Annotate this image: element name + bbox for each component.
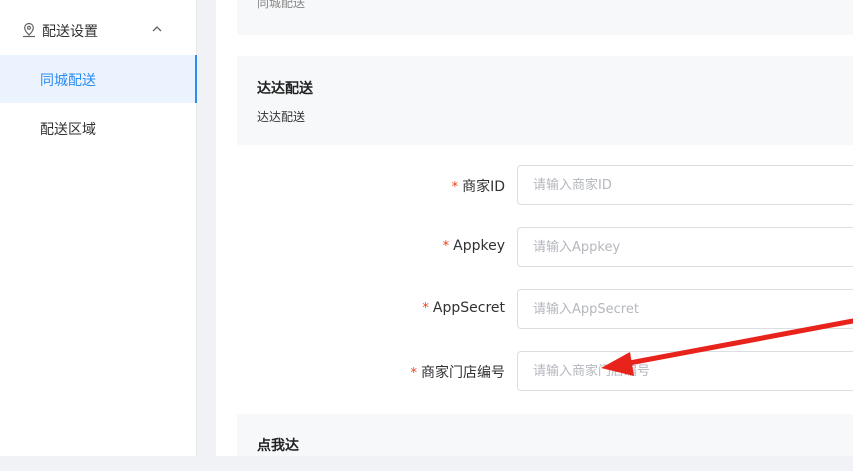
store-number-input[interactable]	[517, 351, 853, 391]
field-label: * Appkey	[443, 238, 505, 254]
sidebar-group-delivery-settings[interactable]: 配送设置	[0, 6, 196, 54]
required-mark: *	[410, 366, 418, 381]
main-content: 同城配送 达达配送 达达配送 *商家ID *Appkey *AppSecret …	[216, 0, 853, 456]
form-row-appsecret: * AppSecret	[216, 289, 853, 329]
field-label-text: AppSecret	[432, 300, 505, 316]
section-same-city: 同城配送	[237, 0, 853, 35]
form-row-appkey: * Appkey	[216, 227, 853, 267]
field-label-text: Appkey	[453, 238, 505, 254]
section-subtitle-dada: 达达配送	[257, 110, 306, 124]
merchant-id-input[interactable]	[517, 165, 853, 205]
field-label: * 商家ID	[452, 176, 505, 196]
sidebar-item-label: 同城配送	[40, 73, 96, 89]
field-label: * 商家门店编号	[411, 362, 506, 382]
required-mark: *	[442, 239, 450, 254]
section-dada: 达达配送 达达配送	[237, 56, 853, 145]
form-row-store-number: * 商家门店编号	[216, 351, 853, 391]
section-dianwoda: 点我达	[237, 414, 853, 456]
section-title-dianwoda: 点我达	[257, 438, 299, 454]
map-pin-icon	[23, 22, 35, 38]
field-label: * AppSecret	[422, 300, 505, 316]
field-label-text: 商家门店编号	[421, 365, 505, 381]
bottom-strip	[0, 456, 853, 471]
sidebar-item-label: 配送区域	[40, 122, 96, 138]
required-mark: *	[422, 301, 429, 316]
required-mark: *	[451, 180, 459, 195]
sidebar: 配送设置 同城配送 配送区域	[0, 0, 197, 456]
appkey-input[interactable]	[517, 227, 853, 267]
sidebar-group-label: 配送设置	[42, 24, 98, 40]
chevron-up-icon[interactable]	[150, 22, 164, 36]
appsecret-input[interactable]	[517, 289, 853, 329]
form-row-merchant-id: * 商家ID	[216, 165, 853, 205]
layout-gutter	[198, 0, 216, 456]
sidebar-item-same-city-delivery[interactable]: 同城配送	[0, 55, 197, 103]
sidebar-item-delivery-area[interactable]: 配送区域	[0, 104, 196, 152]
field-label-text: 商家ID	[462, 179, 505, 195]
section-title-dada: 达达配送	[257, 81, 313, 97]
section-subtitle: 同城配送	[257, 0, 306, 10]
